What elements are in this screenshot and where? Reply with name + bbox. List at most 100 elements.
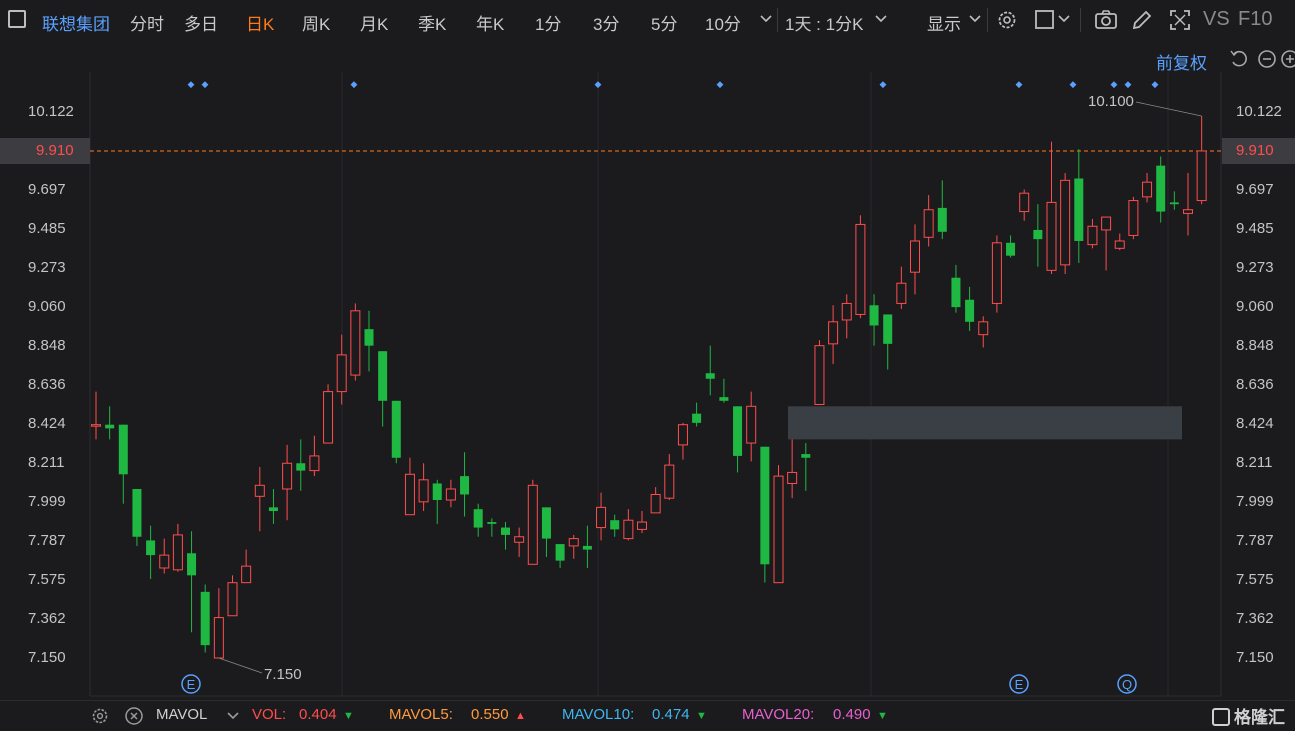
high-leader-line xyxy=(1135,101,1202,117)
vol-label: VOL: xyxy=(252,706,287,723)
event-diamond-marker: ◆ xyxy=(1070,80,1077,90)
candle-body-up xyxy=(1060,179,1071,266)
candle xyxy=(296,439,306,491)
candle-body-up xyxy=(855,223,866,315)
candle xyxy=(910,224,920,295)
candle xyxy=(841,294,852,339)
candle-body-down xyxy=(118,424,128,475)
candle xyxy=(364,310,374,372)
candle xyxy=(1142,172,1153,203)
candle-body-down xyxy=(555,544,565,561)
candle xyxy=(1128,196,1139,240)
candle-body-up xyxy=(773,475,784,584)
candle xyxy=(1046,141,1057,275)
y-tick-label: 10.122 xyxy=(28,103,74,120)
event-diamond-marker: ◆ xyxy=(880,80,887,90)
candle-body-up xyxy=(309,455,320,472)
down-arrow-icon: ▼ xyxy=(877,710,888,722)
candle-body-up xyxy=(623,519,634,540)
candle-body-up xyxy=(1101,216,1112,231)
y-tick-label: 9.697 xyxy=(1236,181,1274,198)
candle-body-up xyxy=(254,484,265,497)
candle-body-up xyxy=(596,506,607,529)
candle-body-down xyxy=(364,329,374,346)
candle-body-up xyxy=(991,242,1002,304)
candle xyxy=(991,235,1002,313)
y-tick-label: 9.273 xyxy=(1236,259,1274,276)
candle-body-up xyxy=(227,582,238,617)
candle xyxy=(582,525,592,568)
candle xyxy=(132,488,142,546)
candle-body-up xyxy=(841,302,852,321)
candle-body-up xyxy=(159,554,170,569)
y-tick-label: 8.424 xyxy=(28,415,66,432)
candle xyxy=(760,446,770,583)
candle xyxy=(146,525,156,580)
candle xyxy=(923,195,934,247)
event-diamond-marker: ◆ xyxy=(351,80,358,90)
candle-body-up xyxy=(527,484,538,565)
candle xyxy=(391,400,401,464)
candle-body-down xyxy=(105,424,115,429)
candle xyxy=(1033,204,1043,267)
y-tick-label: 7.999 xyxy=(28,493,66,510)
settings-gear-icon[interactable] xyxy=(90,706,110,730)
candle xyxy=(200,584,210,653)
candle xyxy=(746,391,757,462)
candle-body-up xyxy=(91,424,101,427)
low-price-label: 7.150 xyxy=(264,666,302,683)
candle-body-down xyxy=(1033,229,1043,240)
candle-body-up xyxy=(241,565,252,584)
candle-body-up xyxy=(418,479,429,503)
event-diamond-marker: ◆ xyxy=(1152,80,1159,90)
candle xyxy=(1074,149,1084,264)
candle-body-down xyxy=(187,553,197,576)
candle xyxy=(172,523,183,572)
candle-body-up xyxy=(677,424,688,446)
event-diamond-marker: ◆ xyxy=(595,80,602,90)
candle xyxy=(227,575,238,617)
candle xyxy=(883,314,893,370)
candle-body-down xyxy=(869,305,879,326)
event-badge-letter: E xyxy=(1015,677,1024,692)
candle xyxy=(951,264,961,313)
indicator-select[interactable]: MAVOL xyxy=(156,706,207,723)
y-tick-label: 7.999 xyxy=(1236,493,1274,510)
mavol5-value: 0.550 xyxy=(471,706,509,723)
candle-body-down xyxy=(705,373,715,379)
logo-mark-icon xyxy=(1212,708,1230,726)
candles xyxy=(91,116,1207,659)
indicator-chevron-icon[interactable] xyxy=(226,706,240,730)
candle-body-up xyxy=(664,464,675,499)
candle xyxy=(1019,189,1030,221)
event-badge-marker: Q xyxy=(1117,674,1137,694)
candle-body-up xyxy=(1019,192,1030,213)
candle-body-down xyxy=(432,483,442,501)
brand-logo: 格隆汇 xyxy=(1212,703,1285,728)
candle xyxy=(855,215,866,319)
candle xyxy=(527,479,538,565)
candle xyxy=(404,457,415,516)
candle xyxy=(650,487,661,514)
candle xyxy=(787,439,798,499)
candle xyxy=(733,406,743,473)
candle xyxy=(677,422,688,460)
candle xyxy=(350,303,361,381)
candle-body-up xyxy=(282,462,293,490)
y-tick-label: 9.697 xyxy=(28,181,66,198)
candle xyxy=(91,391,101,440)
candle-body-up xyxy=(978,321,989,336)
candle-body-up xyxy=(1196,150,1207,202)
candle-body-up xyxy=(568,538,579,547)
candle-body-down xyxy=(582,545,592,550)
candlestick-chart[interactable]: ◆ ◆ ◆ ◆ ◆ ◆ ◆ ◆ ◆ ◆ ◆ E E Q 10.100 7.150 xyxy=(0,0,1295,700)
candle-body-up xyxy=(787,471,798,484)
candle xyxy=(541,507,551,557)
candle xyxy=(801,443,811,491)
candle xyxy=(692,402,702,427)
candle xyxy=(187,531,197,633)
up-arrow-icon: ▲ xyxy=(515,710,526,722)
close-icon[interactable] xyxy=(124,706,144,730)
candle xyxy=(1087,218,1098,249)
candle-body-down xyxy=(937,207,947,232)
